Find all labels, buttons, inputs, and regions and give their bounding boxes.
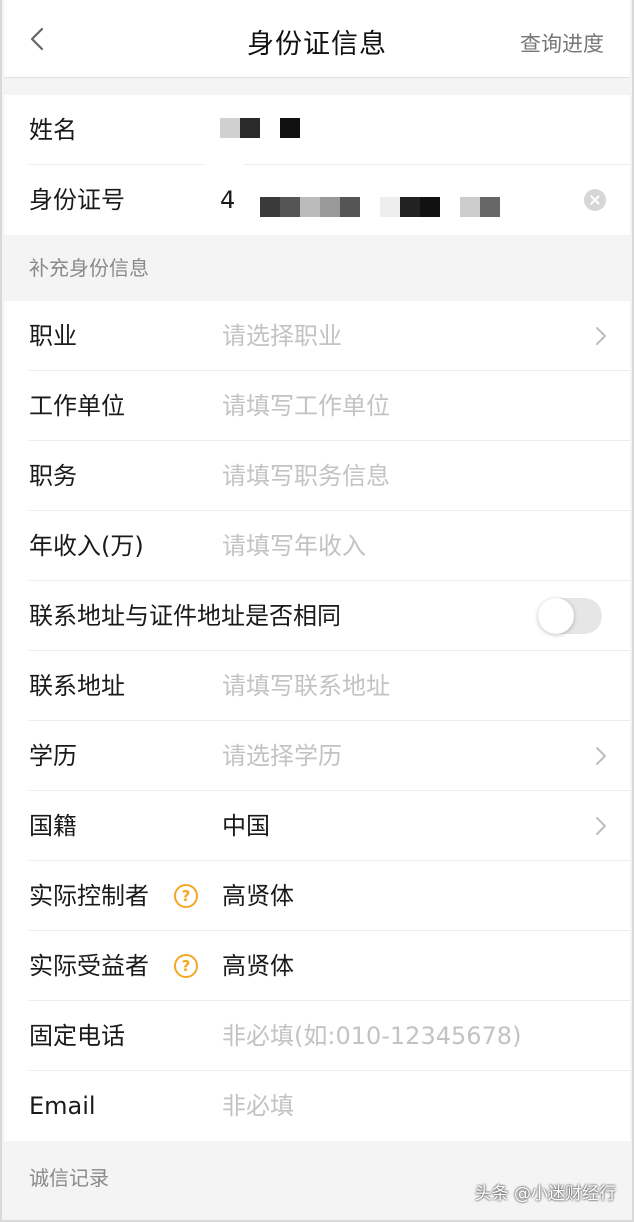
question-circle-icon[interactable]: ? — [174, 884, 198, 908]
beneficiary-value[interactable]: 高贤体 — [222, 931, 294, 1001]
chevron-right-icon — [596, 817, 606, 835]
income-label: 年收入(万) — [29, 532, 144, 560]
occupation-row[interactable]: 职业 请选择职业 — [4, 301, 630, 371]
position-row: 职务 请填写职务信息 — [4, 441, 630, 511]
nationality-row[interactable]: 国籍 中国 — [4, 791, 630, 861]
name-label: 姓名 — [29, 116, 77, 144]
nationality-label: 国籍 — [29, 812, 77, 840]
clear-icon[interactable] — [584, 189, 606, 211]
watermark: 头条 @小迷财经行 — [474, 1184, 616, 1204]
beneficiary-label: 实际受益者 — [29, 952, 149, 980]
id-number-row: 身份证号 4 — [4, 165, 630, 235]
landline-label: 固定电话 — [29, 1022, 125, 1050]
controller-value[interactable]: 高贤体 — [222, 861, 294, 931]
employer-row: 工作单位 请填写工作单位 — [4, 371, 630, 441]
controller-label: 实际控制者 — [29, 882, 149, 910]
beneficiary-row: 实际受益者 ? 高贤体 — [4, 931, 630, 1001]
supplement-section-header: 补充身份信息 — [4, 235, 630, 301]
position-input[interactable]: 请填写职务信息 — [222, 441, 390, 511]
income-input[interactable]: 请填写年收入 — [222, 511, 366, 581]
employer-input[interactable]: 请填写工作单位 — [222, 371, 390, 441]
question-circle-icon[interactable]: ? — [174, 954, 198, 978]
email-label: Email — [29, 1092, 96, 1120]
occupation-label: 职业 — [29, 322, 77, 350]
same-address-row: 联系地址与证件地址是否相同 — [4, 581, 630, 651]
spacer — [4, 79, 630, 95]
nav-bar: 身份证信息 查询进度 — [4, 0, 630, 78]
landline-row: 固定电话 非必填(如:010-12345678) — [4, 1001, 630, 1071]
education-label: 学历 — [29, 742, 77, 770]
section-title: 诚信记录 — [29, 1166, 109, 1190]
education-select[interactable]: 请选择学历 — [222, 721, 342, 791]
screen: 身份证信息 查询进度 姓名 身份证号 4 补充身份信息 职业 请选择职业 工作单… — [0, 0, 634, 1222]
controller-row: 实际控制者 ? 高贤体 — [4, 861, 630, 931]
address-label: 联系地址 — [29, 672, 125, 700]
education-row[interactable]: 学历 请选择学历 — [4, 721, 630, 791]
occupation-select[interactable]: 请选择职业 — [222, 301, 342, 371]
income-row: 年收入(万) 请填写年收入 — [4, 511, 630, 581]
address-row: 联系地址 请填写联系地址 — [4, 651, 630, 721]
same-address-label: 联系地址与证件地址是否相同 — [29, 602, 341, 630]
chevron-right-icon — [596, 747, 606, 765]
landline-input[interactable]: 非必填(如:010-12345678) — [222, 1001, 521, 1071]
name-row: 姓名 — [4, 95, 630, 165]
nationality-select[interactable]: 中国 — [222, 791, 270, 861]
toggle-knob — [538, 598, 574, 634]
id-number-label: 身份证号 — [29, 186, 125, 214]
position-label: 职务 — [29, 462, 77, 490]
email-row: Email 非必填 — [4, 1071, 630, 1141]
employer-label: 工作单位 — [29, 392, 125, 420]
same-address-toggle[interactable] — [538, 598, 602, 634]
chevron-right-icon — [596, 327, 606, 345]
query-progress-link[interactable]: 查询进度 — [520, 28, 604, 58]
address-input[interactable]: 请填写联系地址 — [222, 651, 390, 721]
section-title: 补充身份信息 — [29, 256, 149, 280]
email-input[interactable]: 非必填 — [222, 1071, 294, 1141]
id-number-value[interactable]: 4 — [220, 165, 235, 235]
